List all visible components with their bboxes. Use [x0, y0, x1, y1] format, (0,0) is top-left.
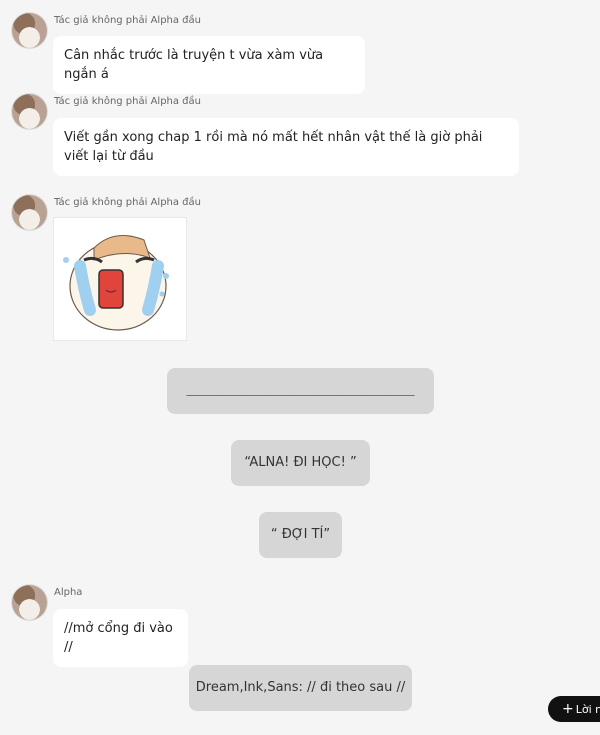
message-bubble: Cân nhắc trước là truyện t vừa xàm vừa n…	[53, 36, 365, 94]
plus-icon: +	[562, 701, 574, 717]
author-name: Tác giả không phải Alpha đầu	[54, 197, 201, 208]
add-comment-label: Lời nh	[575, 703, 600, 716]
crying-face-sticker	[53, 217, 187, 341]
narration-bubble: ______________________________________	[167, 368, 434, 414]
avatar[interactable]	[12, 195, 47, 230]
author-name: Tác giả không phải Alpha đầu	[54, 15, 201, 26]
add-comment-button[interactable]: +Lời nh	[548, 696, 600, 722]
author-name: Alpha	[54, 587, 83, 598]
crying-face-icon	[63, 235, 169, 331]
avatar[interactable]	[12, 585, 47, 620]
narration-bubble: Dream,Ink,Sans: // đi theo sau //	[189, 665, 412, 711]
author-name: Tác giả không phải Alpha đầu	[54, 96, 201, 107]
avatar[interactable]	[12, 94, 47, 129]
narration-bubble: “ ĐỢI TÍ”	[259, 512, 342, 558]
message-bubble: //mở cổng đi vào //	[53, 609, 188, 667]
avatar[interactable]	[12, 13, 47, 48]
narration-bubble: “ALNA! ĐI HỌC! ”	[231, 440, 370, 486]
message-bubble: Viết gần xong chap 1 rồi mà nó mất hết n…	[53, 118, 519, 176]
